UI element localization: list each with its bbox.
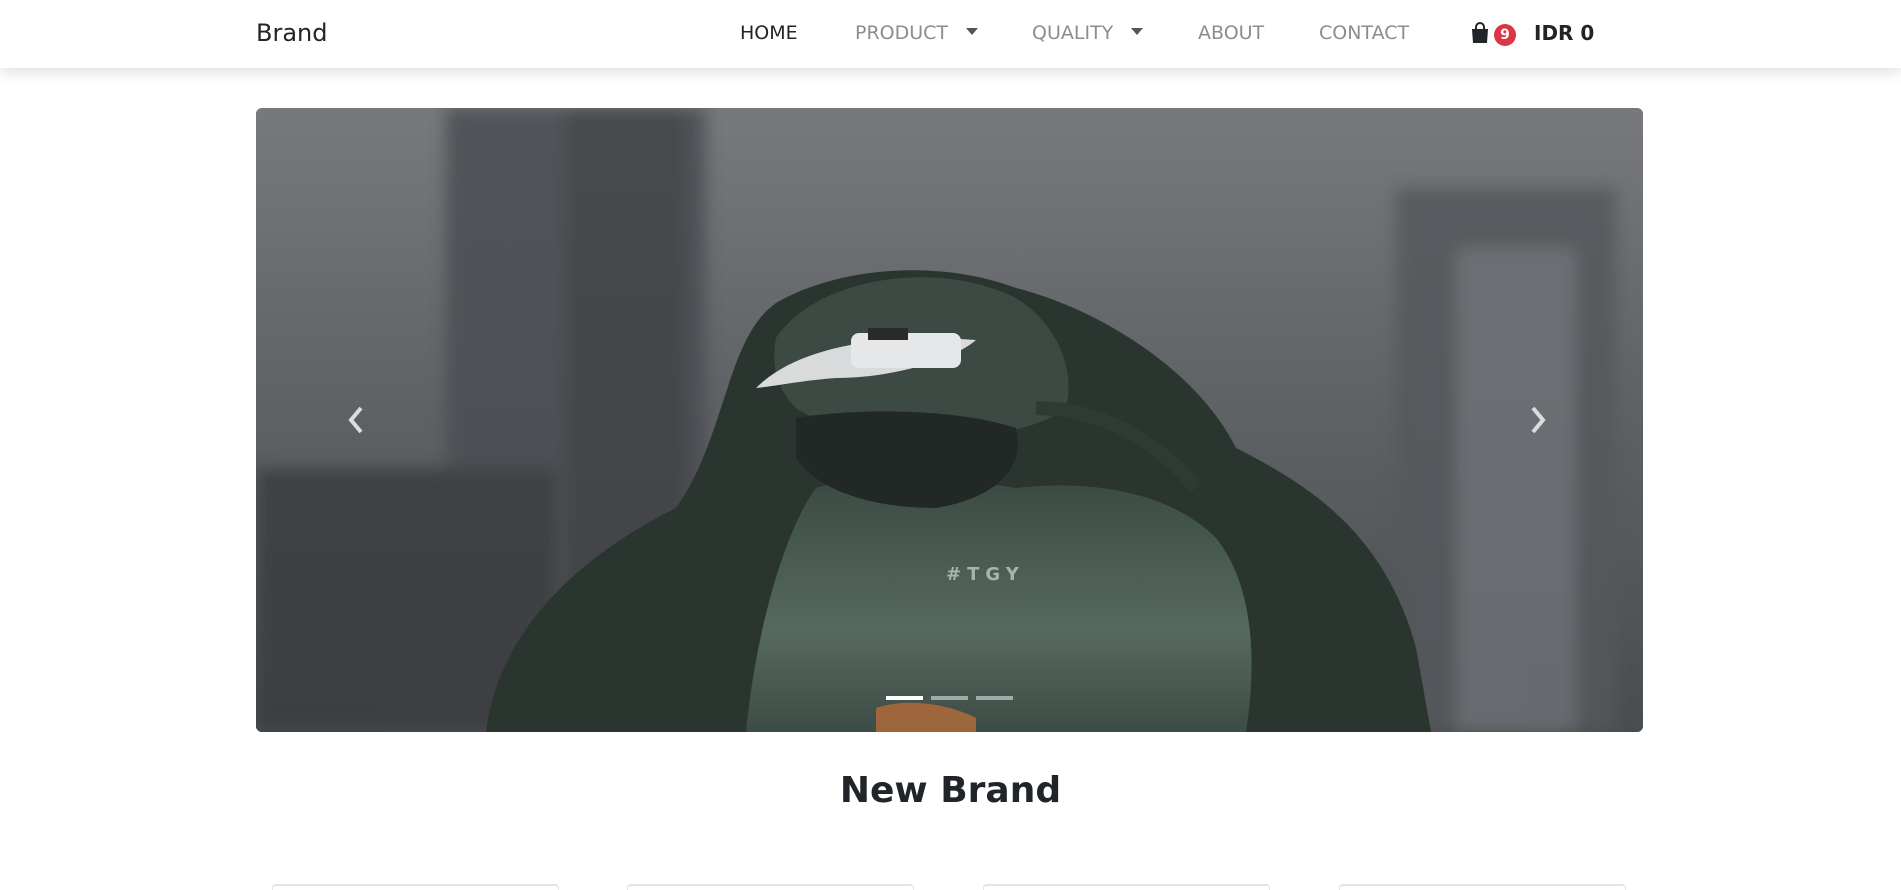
carousel-next-button[interactable] <box>1523 395 1553 445</box>
product-card[interactable] <box>627 884 914 890</box>
carousel-indicator-3[interactable] <box>976 696 1013 700</box>
carousel-prev-button[interactable] <box>341 395 371 445</box>
section-title: New Brand <box>839 770 1062 811</box>
nav-home[interactable]: HOME <box>740 22 798 44</box>
nav-contact[interactable]: CONTACT <box>1319 22 1409 44</box>
product-card[interactable] <box>1339 884 1626 890</box>
hero-slide-image: #TGY <box>256 108 1643 732</box>
chevron-left-icon <box>348 406 363 434</box>
chevron-right-icon <box>1531 406 1546 434</box>
caret-down-icon <box>966 28 979 35</box>
navbar: Brand HOME PRODUCT QUALITY ABOUT CONTACT… <box>0 0 1901 68</box>
nav-product-label: PRODUCT <box>855 22 949 44</box>
cart-count-badge: 9 <box>1494 24 1516 46</box>
slide-print-text: #TGY <box>946 564 1025 585</box>
carousel-indicator-2[interactable] <box>931 696 968 700</box>
shopping-bag-icon[interactable] <box>1470 22 1490 44</box>
carousel-indicator-1[interactable] <box>886 696 923 700</box>
nav-about[interactable]: ABOUT <box>1198 22 1264 44</box>
brand-logo[interactable]: Brand <box>256 19 327 47</box>
nav-quality[interactable]: QUALITY <box>1032 22 1144 44</box>
cart-total: IDR 0 <box>1534 21 1595 45</box>
product-card[interactable] <box>272 884 559 890</box>
nav-product[interactable]: PRODUCT <box>855 22 979 44</box>
hero-carousel: #TGY <box>256 108 1643 732</box>
caret-down-icon <box>1131 28 1144 35</box>
product-card[interactable] <box>983 884 1270 890</box>
nav-quality-label: QUALITY <box>1032 22 1114 44</box>
